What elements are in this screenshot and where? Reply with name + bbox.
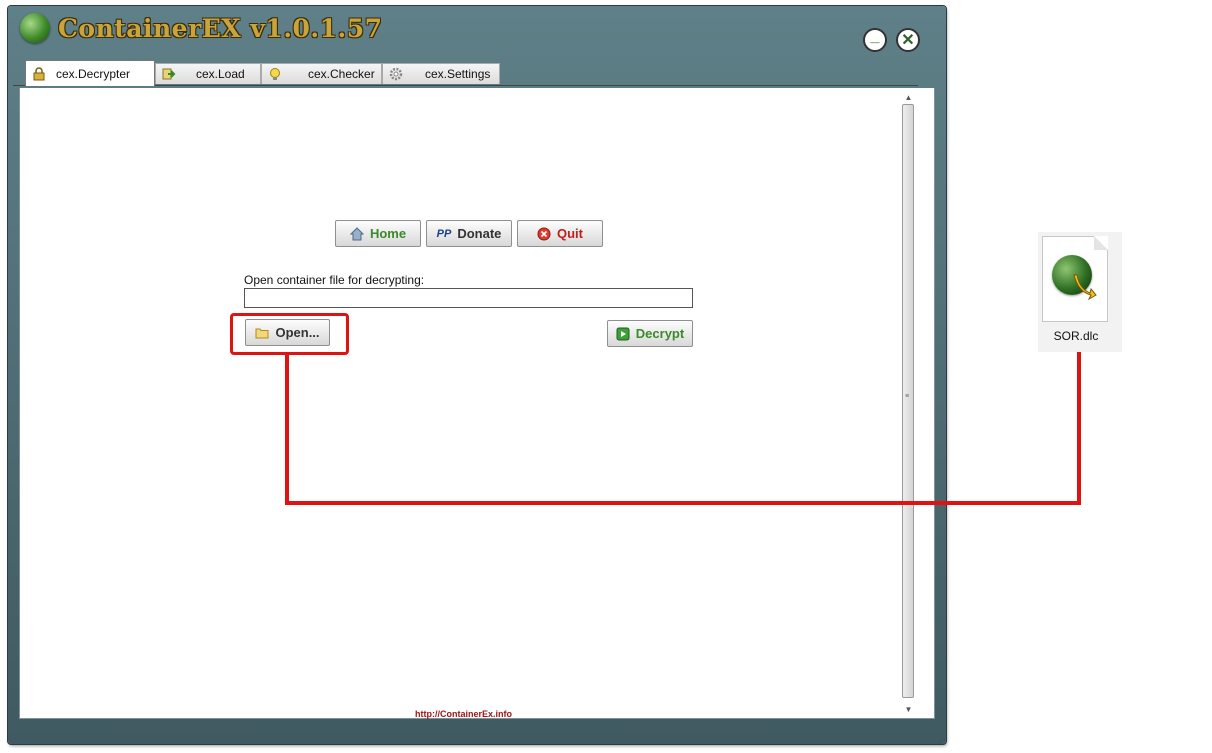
- container-path-field[interactable]: [244, 288, 693, 308]
- arrow-load-icon: [162, 67, 176, 81]
- decrypt-button[interactable]: Decrypt: [607, 320, 693, 347]
- close-button[interactable]: ✕: [896, 28, 920, 52]
- tab-label: cex.Checker: [308, 67, 375, 81]
- home-icon: [349, 226, 364, 241]
- scroll-down-arrow-icon[interactable]: ▼: [900, 702, 917, 716]
- paypal-icon: PP: [436, 227, 452, 240]
- tab-label: cex.Settings: [425, 67, 491, 81]
- tab-load[interactable]: cex.Load: [155, 63, 261, 84]
- tab-settings[interactable]: cex.Settings: [382, 63, 500, 84]
- scroll-thumb[interactable]: ≡: [902, 104, 914, 698]
- quit-icon: [537, 227, 551, 241]
- decrypt-label: Decrypt: [635, 326, 685, 341]
- tab-label: cex.Decrypter: [56, 66, 131, 81]
- tab-checker[interactable]: cex.Checker: [261, 63, 382, 84]
- annotation-line: [285, 501, 1081, 505]
- gear-icon: [389, 67, 403, 81]
- grip-icon: ≡: [905, 393, 910, 400]
- donate-button[interactable]: PP Donate: [426, 220, 512, 247]
- scroll-up-arrow-icon[interactable]: ▲: [900, 90, 917, 104]
- tab-bar: cex.Decrypter cex.Load cex.Checker cex.S…: [13, 60, 918, 86]
- open-container-label: Open container file for decrypting:: [244, 273, 425, 287]
- home-button[interactable]: Home: [335, 220, 421, 247]
- annotation-highlight-box: [230, 313, 349, 355]
- file-name: SOR.dlc: [1053, 329, 1099, 343]
- dlc-file-icon: [1042, 236, 1108, 322]
- lightbulb-icon: [268, 67, 282, 81]
- lock-icon: [32, 66, 46, 81]
- window-title: ContainerEX v1.0.1.57: [58, 14, 383, 43]
- home-label: Home: [369, 226, 407, 241]
- tab-label: cex.Load: [196, 67, 245, 81]
- content-panel: [19, 88, 935, 719]
- annotation-line: [285, 353, 289, 505]
- play-icon: [616, 327, 630, 341]
- minimize-button[interactable]: _: [863, 28, 887, 52]
- minimize-icon: _: [870, 28, 880, 45]
- app-logo-icon: [20, 13, 50, 43]
- tab-decrypter[interactable]: cex.Decrypter: [25, 60, 155, 86]
- app-window: ContainerEX v1.0.1.57 _ ✕ cex.Decrypter …: [8, 6, 946, 744]
- website-link[interactable]: http://ContainerEx.info: [415, 709, 512, 719]
- quit-button[interactable]: Quit: [517, 220, 603, 247]
- donate-label: Donate: [457, 226, 502, 241]
- download-arrow-icon: [1073, 274, 1097, 301]
- quit-label: Quit: [557, 226, 583, 241]
- annotation-line: [1077, 352, 1081, 505]
- close-icon: ✕: [901, 32, 915, 49]
- vertical-scrollbar[interactable]: ▲ ≡ ▼: [900, 88, 917, 718]
- desktop-file-item[interactable]: SOR.dlc: [1038, 232, 1122, 352]
